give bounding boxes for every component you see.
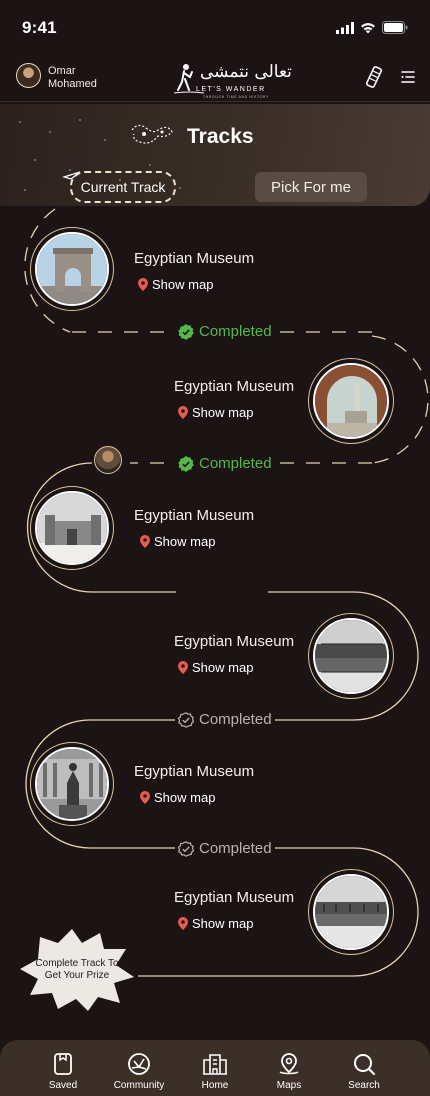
tab-current-track[interactable]: Current Track [70, 171, 176, 203]
wifi-icon [361, 22, 375, 33]
stop-6-name: Egyptian Museum [174, 889, 295, 906]
nav-community[interactable]: Community [104, 1052, 174, 1091]
community-icon [128, 1053, 150, 1075]
status-label: Completed [199, 840, 272, 857]
nav-home-label: Home [201, 1080, 229, 1091]
bookmark-icon [54, 1053, 72, 1075]
user-name: Omar Mohamed [48, 65, 97, 90]
search-icon [354, 1054, 376, 1076]
stop-2-name: Egyptian Museum [174, 378, 295, 395]
nav-community-label: Community [113, 1080, 165, 1091]
show-map-label: Show map [154, 534, 216, 549]
stop-5-name: Egyptian Museum [134, 763, 255, 780]
show-map-label: Show map [152, 277, 214, 292]
status-completed-4: Completed [175, 840, 275, 857]
stop-1-show-map[interactable]: Show map [138, 277, 213, 292]
stop-4-show-map[interactable]: Show map [178, 660, 253, 675]
stop-1-name: Egyptian Museum [134, 250, 255, 267]
map-pin-icon [178, 917, 188, 930]
status-completed-1: Completed [175, 323, 275, 340]
check-badge-outline-icon [178, 840, 194, 857]
check-badge-icon [178, 455, 194, 472]
stop-image-reflection [313, 618, 389, 694]
status-completed-2: Completed [175, 455, 275, 472]
signal-icon [336, 21, 354, 34]
nav-saved-label: Saved [48, 1080, 78, 1091]
map-pin-icon [178, 406, 188, 419]
map-pin-icon [140, 791, 150, 804]
nav-maps-label: Maps [276, 1080, 302, 1091]
map-pin-icon [140, 535, 150, 548]
show-map-label: Show map [192, 660, 254, 675]
show-map-label: Show map [192, 916, 254, 931]
stop-2-show-map[interactable]: Show map [178, 405, 253, 420]
show-map-label: Show map [192, 405, 254, 420]
nav-saved[interactable]: Saved [28, 1052, 98, 1091]
menu-icon[interactable] [400, 70, 416, 84]
stop-6-thumbnail[interactable] [308, 869, 394, 955]
logo-english-text: LET'S WANDER [196, 86, 266, 93]
user-avatar[interactable] [16, 63, 41, 88]
check-badge-outline-icon [178, 711, 194, 728]
battery-icon [382, 21, 408, 34]
status-icons [336, 21, 408, 34]
page-title: Tracks [187, 125, 254, 148]
status-label: Completed [199, 711, 272, 728]
home-building-icon [203, 1054, 227, 1075]
logo-arabic-text: تعالى نتمشى [200, 62, 292, 82]
stop-5-thumbnail[interactable] [30, 742, 114, 826]
stop-1-thumbnail[interactable] [30, 227, 114, 311]
stop-image-arcade [313, 363, 389, 439]
traveler-avatar [94, 446, 122, 474]
map-pin-icon [138, 278, 148, 291]
tracks-screen: 9:41 Omar Mohamed تعالى نتمشى LET'S WAND… [0, 0, 430, 1096]
stop-3-name: Egyptian Museum [134, 507, 255, 524]
stop-image-reflection [313, 874, 389, 950]
logo-tagline: THROUGH TIME AND HISTORY [203, 95, 269, 99]
stop-5-show-map[interactable]: Show map [140, 790, 215, 805]
nav-search-label: Search [348, 1080, 380, 1091]
stop-3-thumbnail[interactable] [30, 486, 114, 570]
nav-home[interactable]: Home [180, 1052, 250, 1091]
stop-4-name: Egyptian Museum [174, 633, 295, 650]
status-time: 9:41 [22, 18, 57, 37]
stop-image-arch [35, 232, 109, 306]
stop-2-thumbnail[interactable] [308, 358, 394, 444]
tab-pick-for-me[interactable]: Pick For me [255, 172, 367, 202]
status-label: Completed [199, 455, 272, 472]
stop-image-citadel [35, 491, 109, 565]
scroll-icon[interactable] [366, 65, 382, 89]
stop-4-thumbnail[interactable] [308, 613, 394, 699]
stop-3-show-map[interactable]: Show map [140, 534, 215, 549]
stop-image-statue [35, 747, 109, 821]
status-label: Completed [199, 323, 272, 340]
stop-6-show-map[interactable]: Show map [178, 916, 253, 931]
map-pin-icon [178, 661, 188, 674]
check-badge-icon [178, 323, 194, 340]
nav-search[interactable]: Search [329, 1052, 399, 1091]
status-bar: 9:41 [0, 0, 430, 54]
status-completed-3: Completed [175, 711, 275, 728]
show-map-label: Show map [154, 790, 216, 805]
nav-maps[interactable]: Maps [254, 1052, 324, 1091]
prize-badge-text: Complete Track To Get Your Prize [35, 958, 119, 981]
map-pin-icon [279, 1053, 299, 1075]
